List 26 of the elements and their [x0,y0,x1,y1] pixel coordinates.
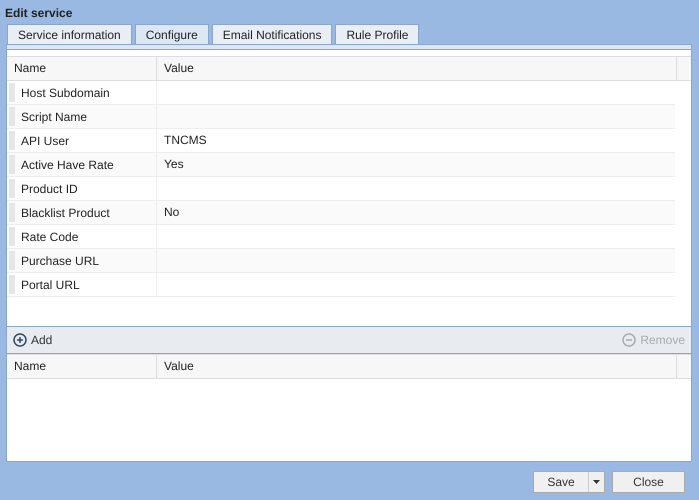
table-cell: Script Name [21,110,88,124]
tab[interactable]: Email Notifications [212,24,332,44]
table-cell: Blacklist Product [21,206,110,220]
table-cell: Active Have Rate [21,158,114,172]
minus-icon [622,333,636,347]
table-cell: Purchase URL [21,254,100,268]
table-cell: No [164,205,180,219]
table-cell: Product ID [21,182,78,196]
table-cell: Portal URL [21,278,80,292]
table-cell: TNCMS [164,133,207,147]
tab[interactable]: Rule Profile [335,24,420,44]
column-header: Value [157,57,677,80]
close-button[interactable]: Close [612,471,685,493]
column-header: Name [7,57,157,80]
column-header: Name [7,355,157,378]
tab[interactable]: Service information [7,24,132,44]
tab[interactable]: Configure [134,24,209,44]
table-cell: Rate Code [21,230,78,244]
plus-icon [13,333,27,347]
column-header: Value [157,355,677,378]
table-cell: API User [21,134,70,148]
table-cell: Host Subdomain [21,86,110,100]
add-button[interactable]: Add [11,333,54,347]
table-cell: Yes [164,157,184,171]
caret-icon [593,480,600,484]
window-title: Edit service [5,6,74,20]
